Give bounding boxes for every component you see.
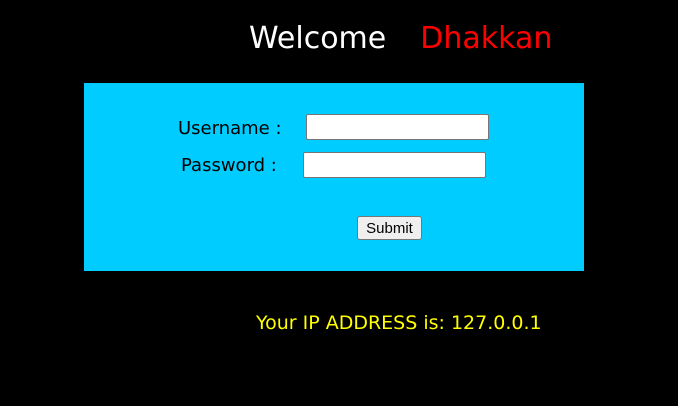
- submit-button[interactable]: Submit: [357, 216, 422, 240]
- page: Welcome Dhakkan Username : Password : Sub…: [0, 0, 678, 406]
- ip-address-text: Your IP ADDRESS is: 127.0.0.1: [256, 312, 542, 334]
- welcome-heading: Welcome Dhakkan: [249, 20, 552, 58]
- welcome-text: Welcome: [249, 21, 387, 56]
- password-input[interactable]: [303, 152, 486, 178]
- password-label: Password :: [181, 155, 277, 176]
- username-input[interactable]: [306, 114, 489, 140]
- username-display: Dhakkan: [420, 21, 553, 56]
- username-label: Username :: [178, 118, 282, 139]
- login-form: Username : Password : Submit: [84, 83, 584, 271]
